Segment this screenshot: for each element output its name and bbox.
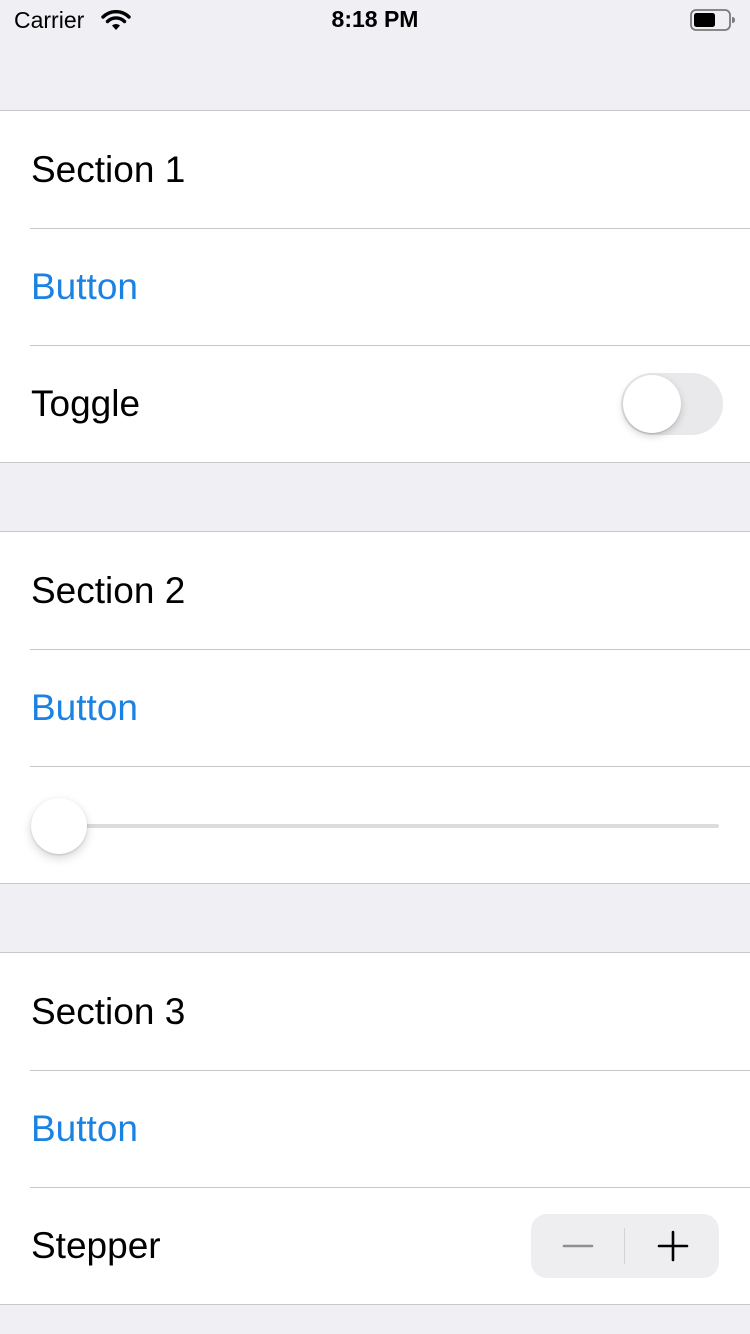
section-3: Section 3 Button Stepper <box>0 952 750 1305</box>
toggle-knob <box>623 375 681 433</box>
stepper-row: Stepper <box>0 1187 750 1304</box>
slider-row <box>0 766 750 883</box>
stepper-decrement-button[interactable] <box>531 1214 624 1278</box>
section-1: Section 1 Button Toggle <box>0 110 750 463</box>
section-title-row: Section 3 <box>0 953 750 1070</box>
status-bar: Carrier 8:18 PM <box>0 0 750 40</box>
section-2: Section 2 Button <box>0 531 750 884</box>
slider-thumb[interactable] <box>31 798 87 854</box>
stepper-divider <box>624 1228 625 1264</box>
button-row[interactable]: Button <box>0 1070 750 1187</box>
toggle-switch[interactable] <box>621 373 723 435</box>
section-1-button[interactable]: Button <box>31 228 138 345</box>
plus-icon <box>657 1230 689 1262</box>
toggle-label: Toggle <box>31 383 141 424</box>
stepper-label: Stepper <box>31 1225 161 1266</box>
section-title: Section 2 <box>31 570 186 611</box>
slider-track[interactable] <box>31 824 719 828</box>
section-title-row: Section 2 <box>0 532 750 649</box>
button-row[interactable]: Button <box>0 228 750 345</box>
section-title: Section 1 <box>31 149 186 190</box>
button-row[interactable]: Button <box>0 649 750 766</box>
battery-icon <box>690 9 736 31</box>
stepper <box>531 1214 719 1278</box>
stepper-increment-button[interactable] <box>626 1214 719 1278</box>
section-title-row: Section 1 <box>0 111 750 228</box>
section-3-button[interactable]: Button <box>31 1070 138 1187</box>
status-time: 8:18 PM <box>331 6 419 32</box>
section-2-button[interactable]: Button <box>31 649 138 766</box>
toggle-row: Toggle <box>0 345 750 462</box>
section-title: Section 3 <box>31 991 186 1032</box>
minus-icon <box>562 1244 594 1248</box>
